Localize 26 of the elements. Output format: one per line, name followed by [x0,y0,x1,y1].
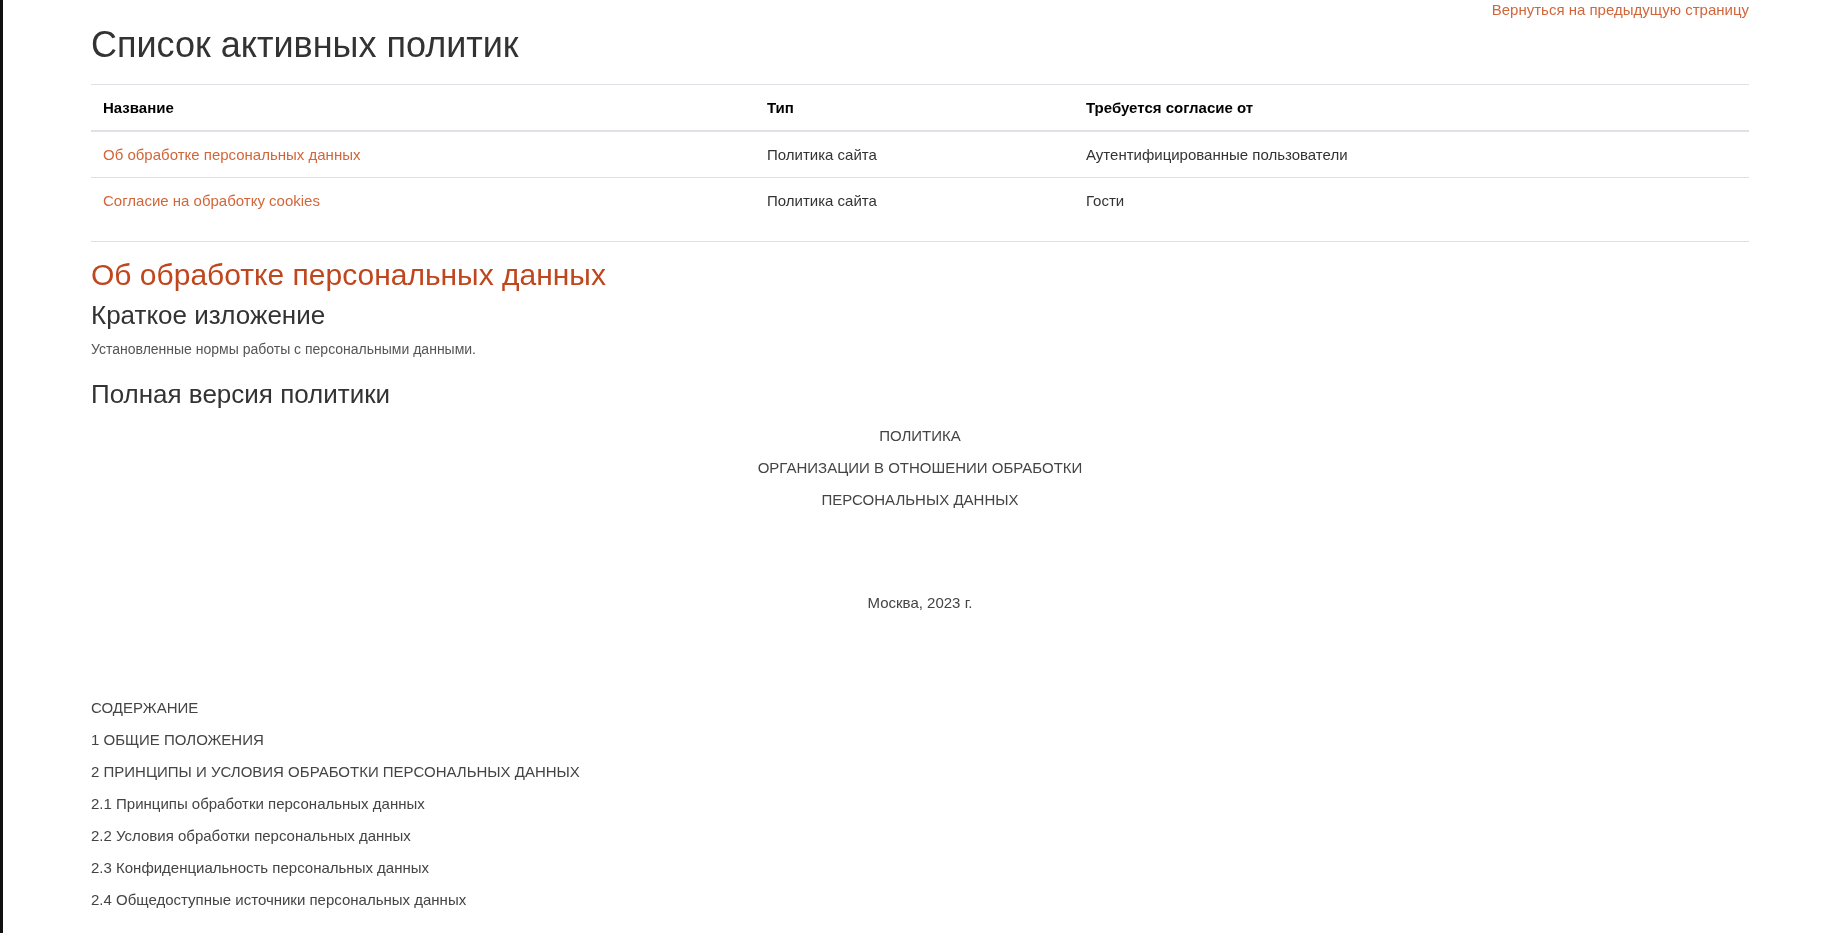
document-title-line: ПОЛИТИКА [878,426,962,446]
summary-text: Установленные нормы работы с персональными данными. [91,341,477,357]
contents-entry: 2.4 Общедоступные источники персональных данных [91,890,468,910]
page-title: Список активных политик [91,24,520,66]
column-header: Название [103,99,174,116]
section-heading: Полная версия политики [91,379,392,410]
back-link[interactable]: Вернуться на предыдущую страницу [1491,1,1749,18]
contents-entry: 2.3 Конфиденциальность персональных данных [91,858,431,878]
document-title-line: ОРГАНИЗАЦИИ В ОТНОШЕНИИ ОБРАБОТКИ [756,458,1084,478]
contents-entry: 2.2 Условия обработки персональных данных [91,826,412,846]
column-header: Тип [767,99,794,116]
policy-title: Об обработке персональных данных [91,258,607,292]
document-date: Москва, 2023 г. [866,593,974,613]
table-cell: Политика сайта [767,192,877,209]
policy-link[interactable]: Согласие на обработку cookies [103,192,320,209]
contents-entry: 1 ОБЩИЕ ПОЛОЖЕНИЯ [91,730,265,750]
document-title-line: ПЕРСОНАЛЬНЫХ ДАННЫХ [820,490,1020,510]
table-cell: Аутентифицированные пользователи [1086,146,1348,163]
table-cell: Гости [1086,192,1125,209]
contents-heading: СОДЕРЖАНИЕ [91,698,200,718]
policy-link[interactable]: Об обработке персональных данных [103,146,361,163]
section-heading: Краткое изложение [91,300,327,331]
contents-entry: 2.1 Принципы обработки персональных данных [91,794,426,814]
contents-entry: 2 ПРИНЦИПЫ И УСЛОВИЯ ОБРАБОТКИ ПЕРСОНАЛЬНЫХ ДАННЫХ [91,762,581,782]
column-header: Требуется согласие от [1086,99,1254,116]
table-cell: Политика сайта [767,146,877,163]
